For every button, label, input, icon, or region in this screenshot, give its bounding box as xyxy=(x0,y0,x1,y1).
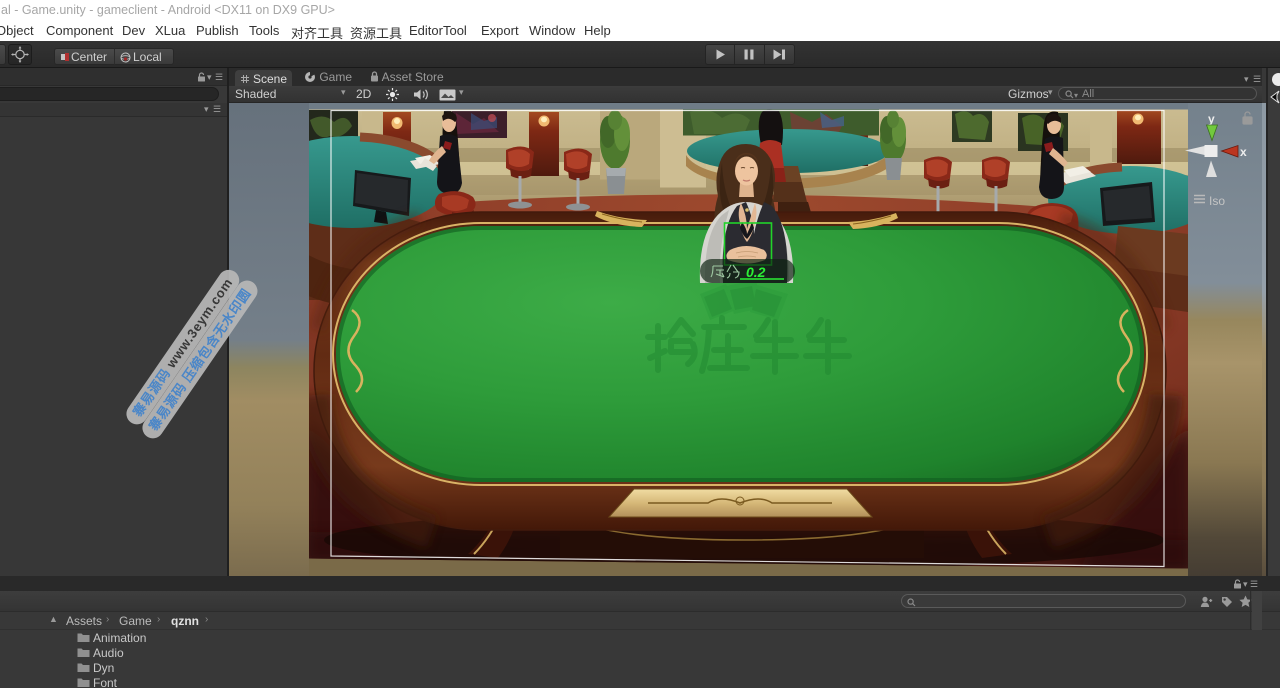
svg-text:Iso: Iso xyxy=(1209,194,1225,208)
svg-text:0.2: 0.2 xyxy=(746,264,766,280)
svg-text:y: y xyxy=(1208,112,1215,126)
svg-text:x: x xyxy=(1240,145,1247,159)
